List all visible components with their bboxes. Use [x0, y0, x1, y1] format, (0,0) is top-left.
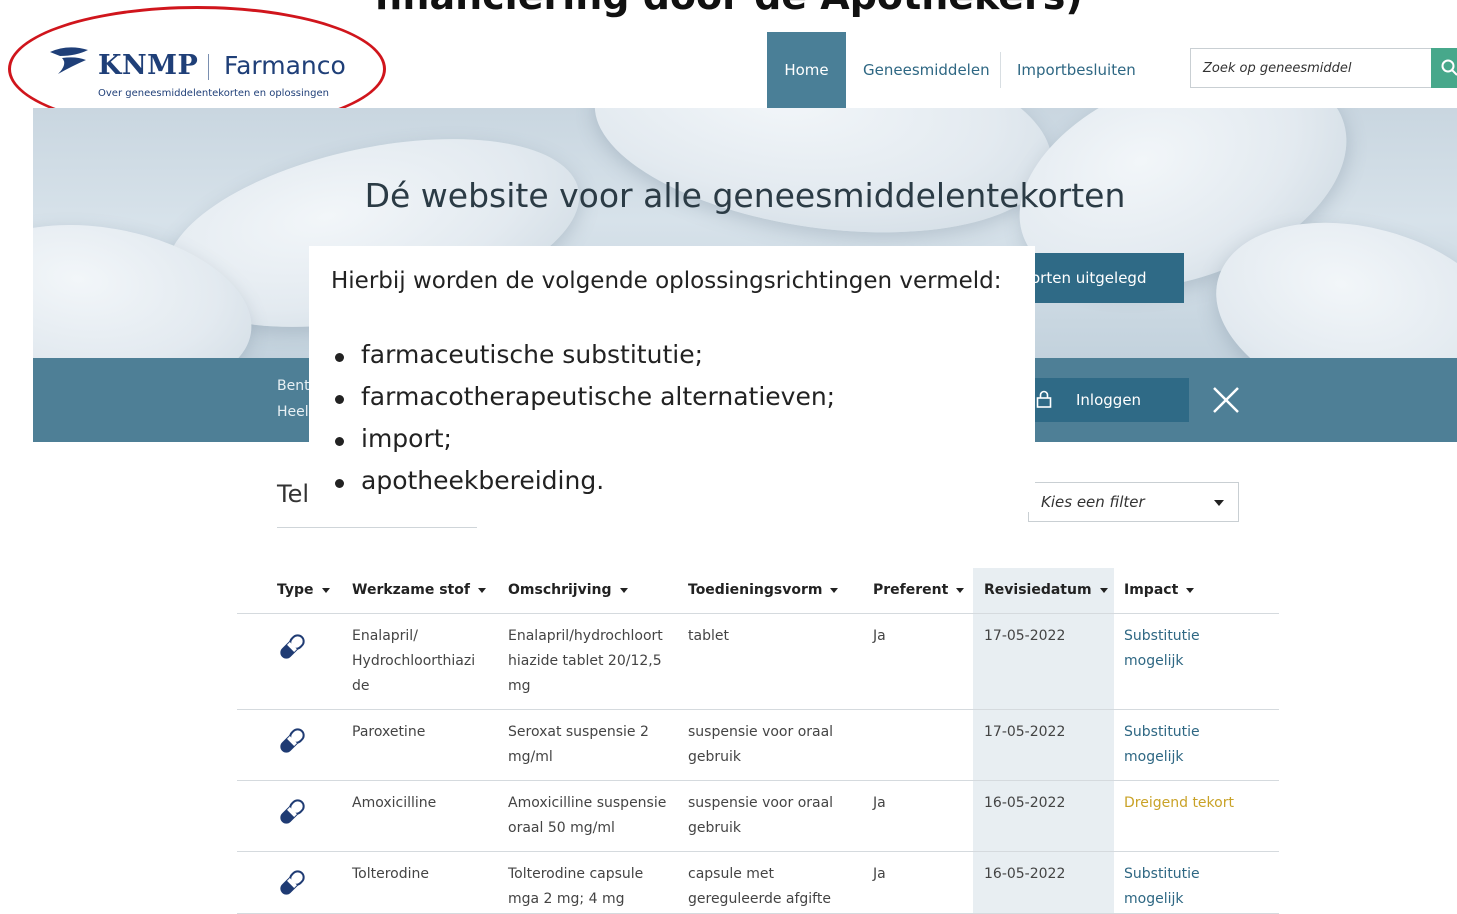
search-icon — [1441, 59, 1457, 76]
nav-home[interactable]: Home — [767, 32, 846, 108]
nav-geneesmiddelen[interactable]: Geneesmiddelen — [863, 32, 990, 108]
list-item: farmaceutische substitutie; — [331, 340, 835, 382]
cell-revisiedatum: 16-05-2022 — [984, 866, 1066, 882]
cell-impact[interactable]: Dreigend tekort — [1124, 791, 1234, 816]
nav-importbesluiten[interactable]: Importbesluiten — [1017, 32, 1136, 108]
table-row[interactable]: Paroxetine Seroxat suspensie 2 mg/ml suspen… — [237, 710, 1279, 781]
table-header: Type Werkzame stof Omschrijving Toedieni… — [237, 568, 1279, 614]
column-header-preferent[interactable]: Preferent — [873, 582, 965, 598]
cell-impact[interactable]: Substitutie mogelijk — [1124, 720, 1200, 770]
table-row[interactable]: Amoxicilline Amoxicilline suspensie oraal … — [237, 781, 1279, 852]
table-row[interactable]: Tolterodine Tolterodine capsule mga 2 mg; … — [237, 852, 1279, 914]
table-row[interactable]: Enalapril/Hydrochloorthiazi de Enalapril/h… — [237, 614, 1279, 710]
cell-impact[interactable]: Substitutie mogelijk — [1124, 862, 1200, 912]
cell-impact[interactable]: Substitutie mogelijk — [1124, 624, 1200, 674]
cell-werkzame-stof: Amoxicilline — [352, 795, 437, 811]
sort-caret-icon — [956, 587, 965, 593]
cell-omschrijving: Tolterodine capsule mga 2 mg; 4 mg — [508, 866, 644, 907]
cell-revisiedatum: 16-05-2022 — [984, 795, 1066, 811]
hero-title: Dé website voor alle geneesmiddelentekor… — [364, 176, 1126, 215]
capsule-icon — [275, 630, 309, 664]
column-header-type[interactable]: Type — [277, 582, 330, 598]
cell-toedieningsvorm: suspensie voor oraal gebruik — [688, 724, 834, 765]
column-header-impact[interactable]: Impact — [1124, 582, 1195, 598]
login-button[interactable]: Inloggen — [1028, 378, 1189, 422]
cell-werkzame-stof: Tolterodine — [352, 866, 430, 882]
banner-text-line2: Heel — [277, 404, 309, 420]
list-item: import; — [331, 424, 835, 466]
nav-divider — [1000, 52, 1001, 88]
lock-icon — [1036, 390, 1052, 408]
capsule-icon — [275, 866, 309, 900]
sort-caret-icon — [830, 587, 839, 593]
cell-omschrijving: Amoxicilline suspensie oraal 50 mg/ml — [508, 795, 667, 836]
column-header-omschrijving[interactable]: Omschrijving — [508, 582, 628, 598]
cell-toedieningsvorm: capsule met gereguleerde afgifte — [688, 866, 831, 907]
capsule-icon — [275, 795, 309, 829]
cell-toedieningsvorm: tablet — [688, 628, 729, 644]
filter-select[interactable]: Kies een filter — [1028, 482, 1239, 522]
search-button[interactable] — [1431, 48, 1457, 88]
solutions-list: farmaceutische substitutie; farmacothera… — [331, 340, 835, 508]
overlay-intro: Hierbij worden de volgende oplossingsric… — [331, 268, 1002, 294]
capsule-icon — [275, 724, 309, 758]
cell-omschrijving: Enalapril/hydrochloort hiazide tablet 20/… — [508, 628, 663, 694]
banner-text-line1: Bent — [277, 378, 310, 394]
cell-omschrijving: Seroxat suspensie 2 mg/ml — [508, 724, 649, 765]
cell-revisiedatum: 17-05-2022 — [984, 628, 1066, 644]
cell-revisiedatum: 17-05-2022 — [984, 724, 1066, 740]
column-header-toedieningsvorm[interactable]: Toedieningsvorm — [688, 582, 839, 598]
chevron-down-icon — [1214, 500, 1224, 506]
cell-preferent: Ja — [873, 628, 886, 644]
sort-caret-icon — [1099, 587, 1108, 593]
filter-placeholder: Kies een filter — [1041, 493, 1145, 511]
search-input[interactable]: Zoek op geneesmiddel — [1190, 48, 1431, 88]
sort-caret-icon — [477, 587, 486, 593]
cell-toedieningsvorm: suspensie voor oraal gebruik — [688, 795, 834, 836]
column-header-revisiedatum[interactable]: Revisiedatum — [984, 582, 1108, 598]
login-label: Inloggen — [1076, 391, 1142, 409]
heading-underline — [277, 527, 477, 528]
cell-preferent: Ja — [873, 795, 886, 811]
sort-caret-icon — [619, 587, 628, 593]
close-icon[interactable] — [1208, 382, 1244, 418]
list-heading: Tel — [277, 480, 310, 508]
list-item: apotheekbereiding. — [331, 466, 835, 508]
sort-caret-icon — [321, 587, 330, 593]
column-header-werkzame-stof[interactable]: Werkzame stof — [352, 582, 486, 598]
cell-werkzame-stof: Paroxetine — [352, 724, 426, 740]
list-item: farmacotherapeutische alternatieven; — [331, 382, 835, 424]
cell-preferent: Ja — [873, 866, 886, 882]
slide-text-overlay: Hierbij worden de volgende oplossingsric… — [309, 246, 1035, 512]
cell-werkzame-stof: Enalapril/Hydrochloorthiazi de — [352, 628, 476, 694]
sort-caret-icon — [1186, 587, 1195, 593]
